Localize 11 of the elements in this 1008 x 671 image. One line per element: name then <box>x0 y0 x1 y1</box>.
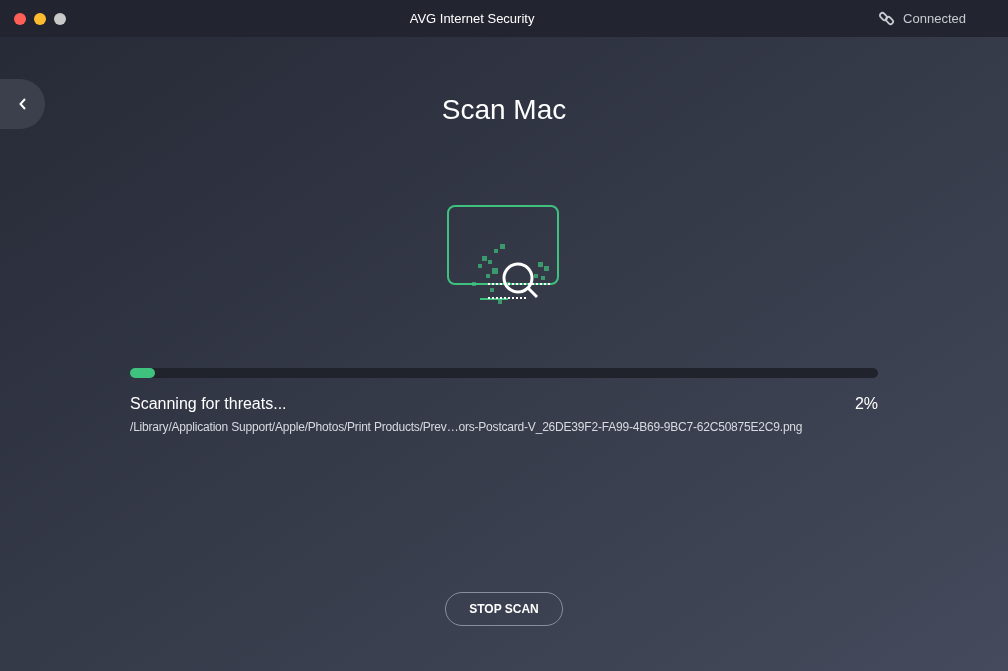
window-title: AVG Internet Security <box>409 9 535 28</box>
zoom-window-button[interactable] <box>54 12 66 25</box>
connection-status: Connected <box>903 9 966 28</box>
close-window-button[interactable] <box>14 12 26 25</box>
page-title: Scan Mac <box>441 93 567 127</box>
chevron-left-icon <box>18 98 27 110</box>
scan-status: Scanning for threats... <box>130 394 287 414</box>
link-icon <box>878 10 896 27</box>
minimize-window-button[interactable] <box>34 12 46 25</box>
scan-percent: 2% <box>854 394 878 414</box>
current-file-path: /Library/Application Support/Apple/Photos/Print Products/Prev…ors-Postcard-V_26DE39F2-FA99-4B69-9BC7-62C50875E2C9.png <box>130 419 804 436</box>
